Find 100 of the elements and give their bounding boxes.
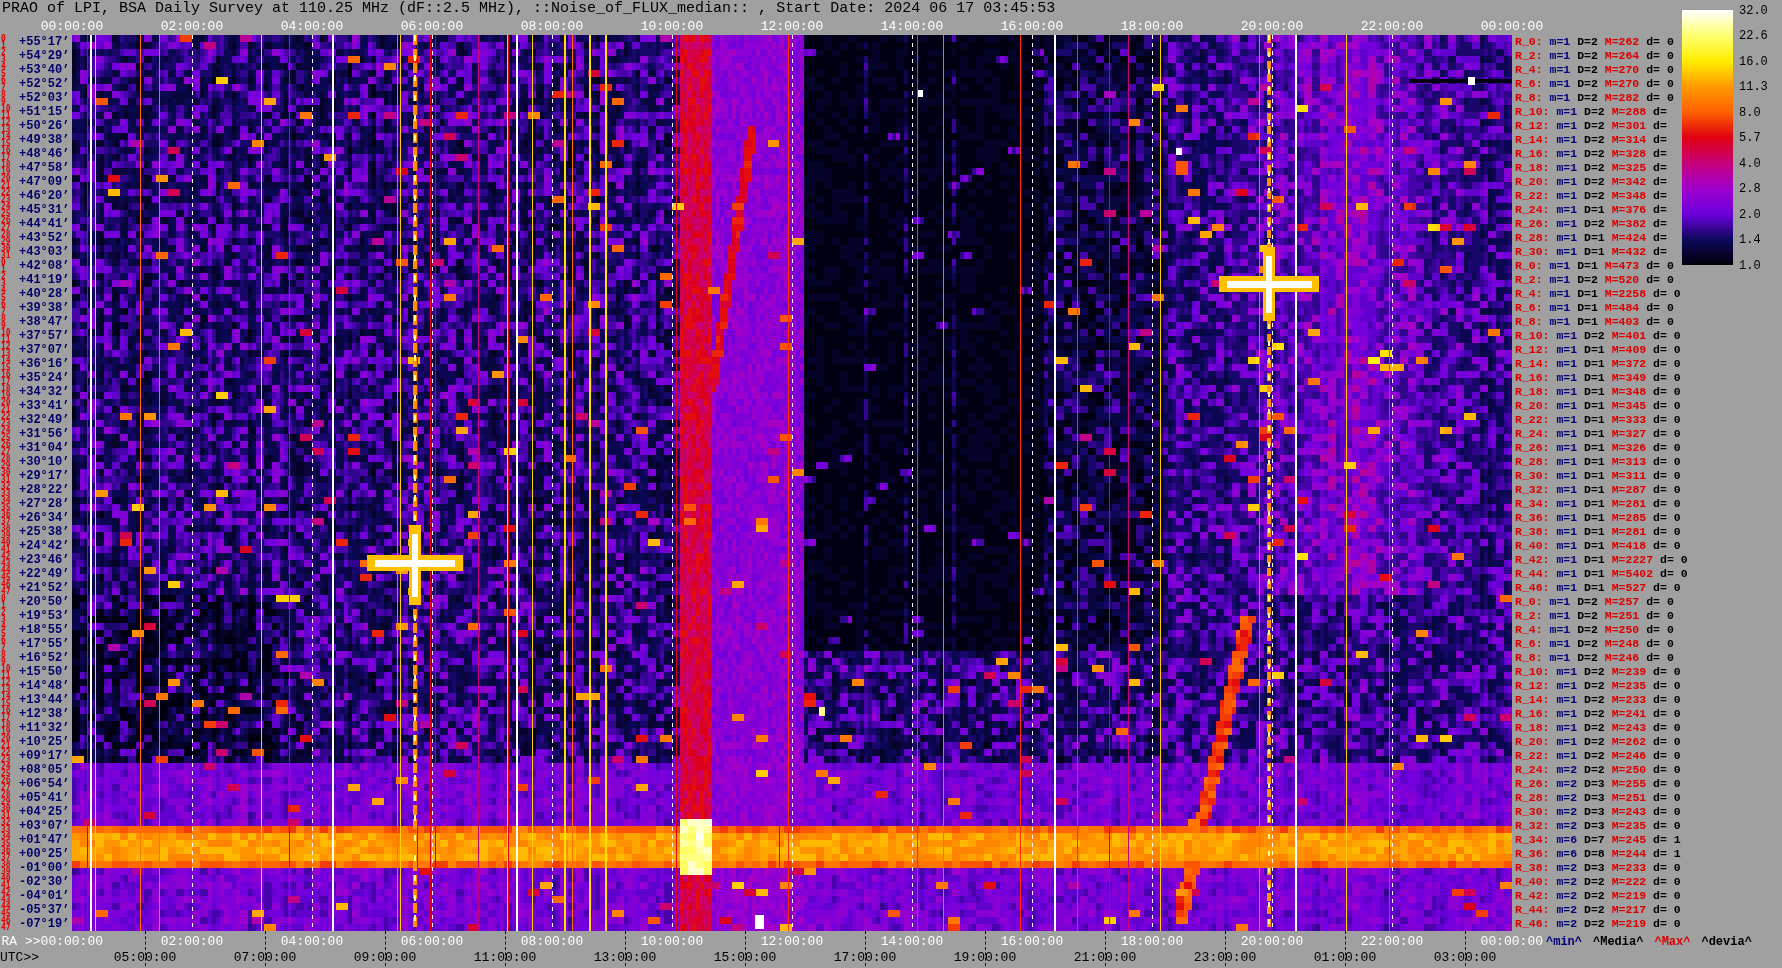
declination-label: +43°52’ (19, 231, 70, 245)
beam-stats-text: R_44: m=2 D=2 M=217 d= 0 (1515, 903, 1681, 917)
row-index-label: 31 (1, 476, 11, 483)
row-index-label: 18 (1, 721, 11, 728)
row-index-label: 18 (1, 385, 11, 392)
colorbar-tick-label: 5.7 (1739, 131, 1761, 146)
beam-stats-text: R_10: m=1 D=2 M=401 d= 0 (1515, 329, 1681, 343)
row-index-label: 20 (1, 735, 11, 742)
time-axis-label: 02:00:00 (160, 18, 224, 35)
beam-stats-text: R_34: m=1 D=1 M=281 d= 0 (1515, 497, 1681, 511)
colorbar-tick-label: 22.6 (1739, 29, 1768, 44)
beam-stats-text: R_36: m=6 D=8 M=244 d= 1 (1515, 847, 1681, 861)
declination-label: +50°26’ (19, 119, 70, 133)
row-index-label: 20 (1, 399, 11, 406)
row-index-label: 30 (1, 469, 11, 476)
time-axis-label: 00:00:00 (1480, 18, 1544, 35)
row-index-label: 29 (1, 798, 11, 805)
row-index-label: 46 (1, 917, 11, 924)
beam-stats-text: R_6: m=1 D=2 M=248 d= 0 (1515, 637, 1674, 651)
row-index-label: 10 (1, 665, 11, 672)
declination-label: +25°38’ (19, 525, 70, 539)
time-axis-label: 10:00:00 (640, 18, 704, 35)
beam-stats-text: R_22: m=1 D=2 M=348 d= (1515, 189, 1667, 203)
beam-stats-text: R_14: m=1 D=2 M=233 d= 0 (1515, 693, 1681, 707)
row-index-label: 33 (1, 490, 11, 497)
row-index-label: 31 (1, 812, 11, 819)
declination-label: -01°00’ (19, 861, 70, 875)
row-index-label: 27 (1, 224, 11, 231)
declination-label: +29°17’ (19, 469, 70, 483)
colorbar-tick-label: 4.0 (1739, 156, 1761, 171)
ra-axis-label: 14:00:00 (880, 934, 944, 950)
beam-stats-text: R_26: m=1 D=1 M=326 d= 0 (1515, 441, 1681, 455)
row-index-label: 46 (1, 581, 11, 588)
row-index-label: 25 (1, 210, 11, 217)
beam-stats-text: R_34: m=6 D=7 M=245 d= 1 (1515, 833, 1681, 847)
beam-stats-text: R_24: m=1 D=1 M=327 d= 0 (1515, 427, 1681, 441)
row-index-label: 8 (1, 91, 6, 98)
row-index-label: 8 (1, 315, 6, 322)
beam-stats-text: R_46: m=1 D=1 M=527 d= 0 (1515, 581, 1681, 595)
beam-stats-text: R_0: m=1 D=2 M=257 d= 0 (1515, 595, 1674, 609)
row-index-label: 9 (1, 98, 6, 105)
declination-label: +38°47’ (19, 315, 70, 329)
declination-label: +31°56’ (19, 427, 70, 441)
beam-stats-text: R_44: m=1 D=1 M=5402 d= 0 (1515, 567, 1688, 581)
row-index-label: 26 (1, 777, 11, 784)
declination-label: +27°28’ (19, 497, 70, 511)
beam-stats-text: R_6: m=1 D=2 M=270 d= 0 (1515, 77, 1674, 91)
colorbar-tick-label: 16.0 (1739, 54, 1768, 69)
row-index-label: 47 (1, 924, 11, 931)
beam-stats-text: R_42: m=2 D=2 M=219 d= 0 (1515, 889, 1681, 903)
row-index-label: 19 (1, 168, 11, 175)
declination-label: +37°57’ (19, 329, 70, 343)
row-index-label: 37 (1, 854, 11, 861)
declination-label: +23°46’ (19, 553, 70, 567)
declination-label: +14°48’ (19, 679, 70, 693)
declination-label: +40°28’ (19, 287, 70, 301)
row-index-label: 12 (1, 343, 11, 350)
ra-axis-label: 16:00:00 (1000, 934, 1064, 950)
beam-stats-text: R_40: m=1 D=1 M=418 d= 0 (1515, 539, 1681, 553)
beam-stats-text: R_24: m=2 D=2 M=250 d= 0 (1515, 763, 1681, 777)
legend-label: ^devia^ (1701, 934, 1752, 950)
beam-stats-text: R_12: m=1 D=2 M=235 d= 0 (1515, 679, 1681, 693)
declination-label: +19°53’ (19, 609, 70, 623)
row-index-label: 35 (1, 840, 11, 847)
row-index-label: 1 (1, 42, 6, 49)
row-index-label: 38 (1, 525, 11, 532)
beam-stats-text: R_20: m=1 D=1 M=345 d= 0 (1515, 399, 1681, 413)
beam-stats-text: R_12: m=1 D=1 M=409 d= 0 (1515, 343, 1681, 357)
utc-axis-label: 13:00:00 (593, 950, 657, 966)
row-index-label: 12 (1, 119, 11, 126)
declination-label: +03°07’ (19, 819, 70, 833)
time-axis-label: 22:00:00 (1360, 18, 1424, 35)
row-index-label: 29 (1, 238, 11, 245)
beam-stats-text: R_0: m=1 D=1 M=473 d= 0 (1515, 259, 1674, 273)
ra-axis-label: 00:00:00 (1480, 934, 1543, 950)
row-index-label: 6 (1, 77, 6, 84)
row-index-label: 7 (1, 644, 6, 651)
row-index-label: 16 (1, 147, 11, 154)
ra-axis-label: 00:00:00 (40, 934, 103, 950)
declination-label: +22°49’ (19, 567, 70, 581)
row-index-label: 6 (1, 301, 6, 308)
legend-label: ^min^ (1546, 934, 1582, 950)
ra-axis-label: 22:00:00 (1360, 934, 1424, 950)
utc-axis-label: 03:00:00 (1433, 950, 1497, 966)
time-axis-label: 00:00:00 (40, 18, 104, 35)
beam-stats-text: R_8: m=1 D=2 M=282 d= 0 (1515, 91, 1674, 105)
row-index-label: 12 (1, 679, 11, 686)
beam-stats-text: R_16: m=1 D=2 M=241 d= 0 (1515, 707, 1681, 721)
beam-stats-text: R_8: m=1 D=2 M=246 d= 0 (1515, 651, 1674, 665)
row-index-label: 10 (1, 105, 11, 112)
beam-stats-text: R_10: m=1 D=2 M=288 d= (1515, 105, 1667, 119)
row-index-label: 0 (1, 595, 6, 602)
beam-stats-text: R_2: m=1 D=2 M=520 d= 0 (1515, 273, 1674, 287)
utc-axis-title: UTC>> (0, 950, 39, 966)
row-index-label: 9 (1, 322, 6, 329)
beam-stats-text: R_4: m=1 D=2 M=270 d= 0 (1515, 63, 1674, 77)
row-index-label: 44 (1, 567, 11, 574)
row-index-label: 44 (1, 903, 11, 910)
utc-axis-label: 21:00:00 (1073, 950, 1137, 966)
declination-label: -04°01’ (19, 889, 70, 903)
